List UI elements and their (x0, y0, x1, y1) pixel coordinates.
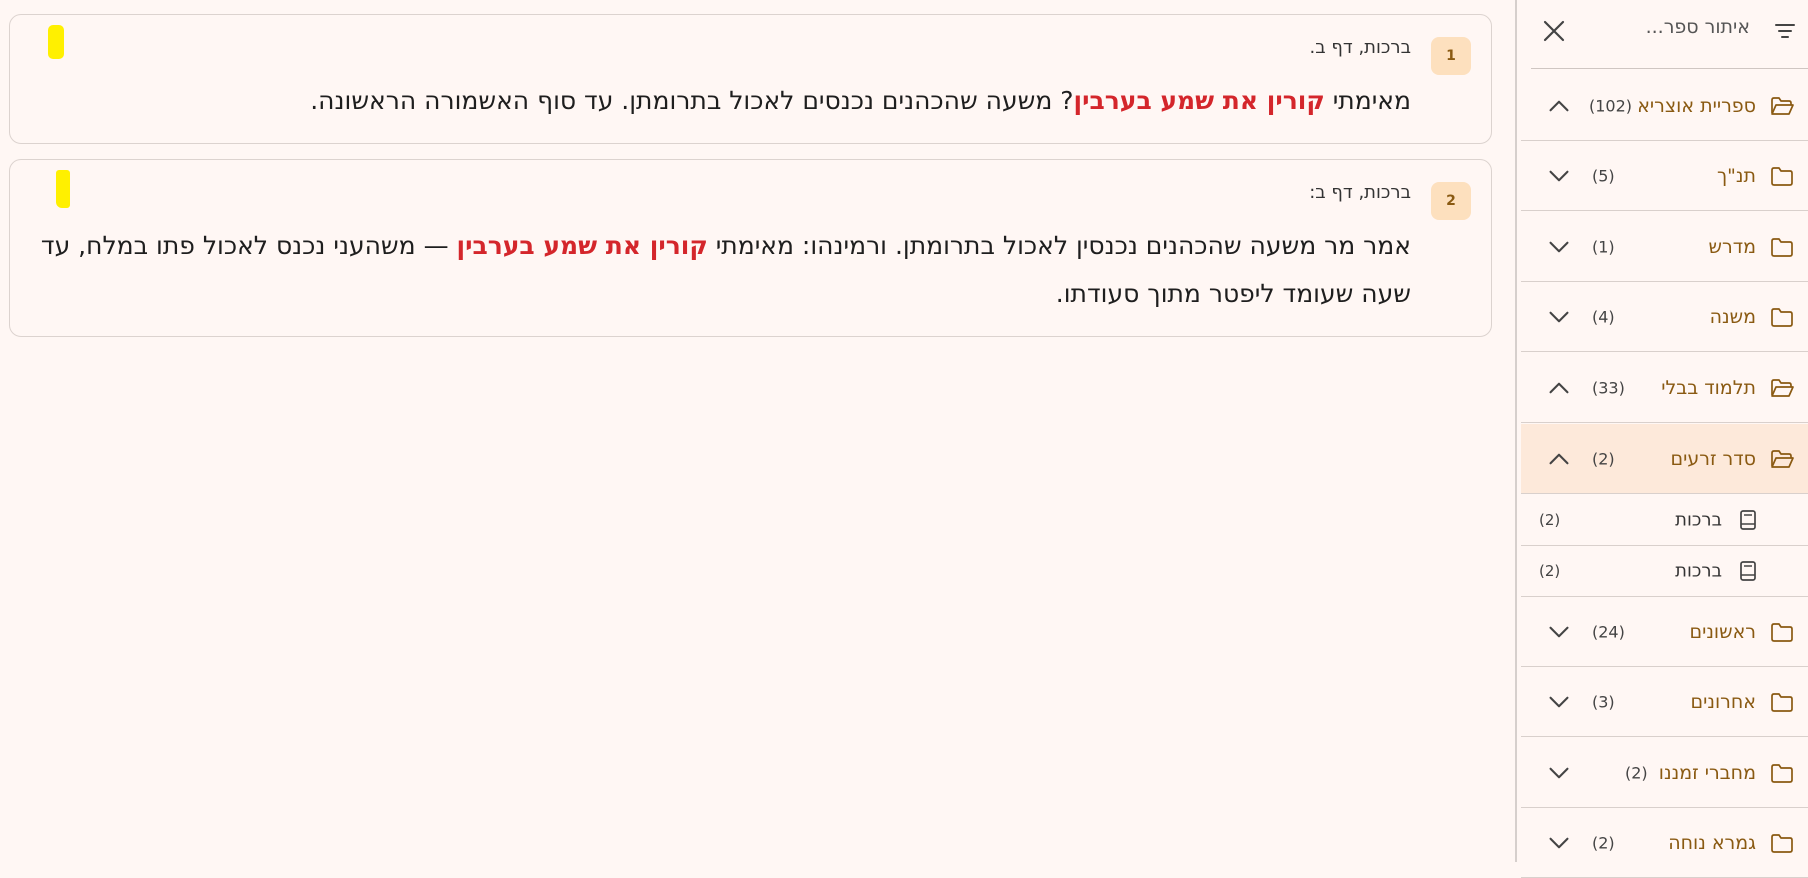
sidebar-category-item[interactable]: מחברי זמננו (2) (1521, 738, 1808, 808)
filter-header: איתור ספר... (1517, 0, 1808, 69)
category-label: אחרונים (1690, 690, 1756, 713)
chevron-down-icon[interactable] (1547, 765, 1571, 781)
category-count: (4) (1592, 307, 1615, 326)
chevron-up-icon[interactable] (1547, 451, 1571, 467)
highlight-marker (56, 170, 70, 208)
book-icon (1740, 561, 1756, 581)
book-label: ברכות (1675, 560, 1722, 582)
text-before: אמר מר משעה שהכהנים נכנסין לאכול בתרומתן… (707, 231, 1411, 260)
result-card[interactable]: ברכות, דף ב: 2 אמר מר משעה שהכהנים נכנסי… (9, 159, 1492, 337)
category-label: מדרש (1708, 235, 1756, 258)
book-count: (2) (1539, 511, 1561, 529)
sidebar-category-item[interactable]: ספריית אוצריא (102) (1521, 71, 1808, 141)
category-count: (3) (1592, 692, 1615, 711)
category-label: מחברי זמננו (1658, 761, 1756, 784)
category-count: (5) (1592, 166, 1615, 185)
sidebar-category-item[interactable]: ראשונים (24) (1521, 597, 1808, 667)
sidebar-book-item[interactable]: ברכות (2) (1521, 546, 1808, 597)
chevron-down-icon[interactable] (1547, 168, 1571, 184)
category-label: גמרא נוחה (1668, 831, 1756, 854)
results-pane: ברכות, דף ב. 1 מאימתי קורין את שמע בערבי… (0, 0, 1515, 862)
result-reference[interactable]: ברכות, דף ב: (1309, 182, 1411, 203)
folder-open-icon (1771, 378, 1794, 397)
book-label: ברכות (1675, 509, 1722, 531)
folder-icon (1771, 166, 1793, 186)
folder-open-icon (1771, 96, 1794, 115)
sidebar-category-item[interactable]: מדרש (1) (1521, 212, 1808, 282)
filter-underline (1531, 68, 1808, 69)
folder-icon (1771, 237, 1793, 257)
sidebar-category-item[interactable]: תנ"ך (5) (1521, 141, 1808, 211)
folder-icon (1771, 692, 1793, 712)
book-count: (2) (1539, 562, 1561, 580)
chevron-down-icon[interactable] (1547, 624, 1571, 640)
sidebar-category-item[interactable]: גמרא נוחה (2) (1521, 808, 1808, 878)
category-count: (102) (1589, 96, 1633, 115)
category-label: סדר זרעים (1670, 447, 1756, 470)
chevron-up-icon[interactable] (1547, 380, 1571, 396)
result-index-badge: 2 (1431, 182, 1471, 220)
sidebar-category-item[interactable]: תלמוד בבלי (33) (1521, 353, 1808, 423)
category-label: תלמוד בבלי (1661, 376, 1756, 399)
highlight-marker (48, 25, 64, 59)
folder-icon (1771, 833, 1793, 853)
sidebar-category-item[interactable]: סדר זרעים (2) (1521, 424, 1808, 494)
chevron-down-icon[interactable] (1547, 309, 1571, 325)
category-count: (2) (1592, 833, 1615, 852)
search-highlight: קורין את שמע בערבין (1073, 86, 1325, 115)
folder-icon (1771, 307, 1793, 327)
category-label: משנה (1709, 305, 1756, 328)
sidebar-category-item[interactable]: משנה (4) (1521, 282, 1808, 352)
folder-icon (1771, 763, 1793, 783)
folder-icon (1771, 622, 1793, 642)
text-before: מאימתי (1324, 86, 1411, 115)
chevron-down-icon[interactable] (1547, 694, 1571, 710)
chevron-up-icon[interactable] (1547, 98, 1571, 114)
category-count: (33) (1592, 378, 1625, 397)
category-count: (2) (1625, 763, 1648, 782)
sidebar-category-item[interactable]: אחרונים (3) (1521, 667, 1808, 737)
result-card[interactable]: ברכות, דף ב. 1 מאימתי קורין את שמע בערבי… (9, 14, 1492, 144)
book-filter-sidebar: איתור ספר... ספריית אוצריא (102) תנ"ך (5) מד… (1517, 0, 1808, 878)
book-icon (1740, 510, 1756, 530)
result-text: אמר מר משעה שהכהנים נכנסין לאכול בתרומתן… (30, 222, 1411, 318)
category-label: תנ"ך (1716, 164, 1756, 187)
book-filter-input[interactable]: איתור ספר... (1646, 16, 1750, 38)
category-count: (24) (1592, 622, 1625, 641)
result-text: מאימתי קורין את שמע בערבין? משעה שהכהנים… (30, 77, 1411, 125)
close-icon[interactable] (1541, 18, 1567, 44)
result-reference[interactable]: ברכות, דף ב. (1310, 37, 1411, 58)
filter-icon (1775, 24, 1795, 38)
category-label: ראשונים (1689, 620, 1756, 643)
chevron-down-icon[interactable] (1547, 835, 1571, 851)
text-after: ? משעה שהכהנים נכנסים לאכול בתרומתן. עד … (310, 86, 1074, 115)
result-index-badge: 1 (1431, 37, 1471, 75)
category-count: (1) (1592, 237, 1615, 256)
sidebar-book-item[interactable]: ברכות (2) (1521, 495, 1808, 546)
search-highlight: קורין את שמע בערבין (456, 231, 708, 260)
category-count: (2) (1592, 449, 1615, 468)
folder-open-icon (1771, 449, 1794, 468)
chevron-down-icon[interactable] (1547, 239, 1571, 255)
category-label: ספריית אוצריא (1637, 94, 1756, 117)
